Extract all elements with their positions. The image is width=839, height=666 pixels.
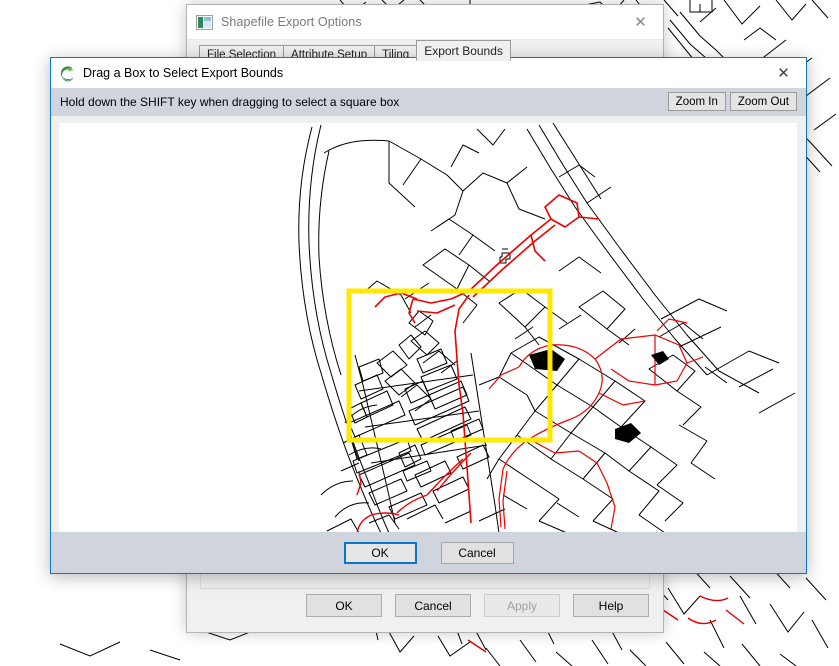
- drag-box-export-bounds-dialog[interactable]: Drag a Box to Select Export Bounds ✕ Hol…: [50, 57, 807, 574]
- map-preview-canvas[interactable]: [59, 123, 797, 534]
- zoom-in-button[interactable]: Zoom In: [668, 92, 726, 111]
- tab-export-bounds[interactable]: Export Bounds: [416, 40, 511, 61]
- shapefile-dialog-titlebar[interactable]: Shapefile Export Options ✕: [187, 5, 663, 40]
- shapefile-dialog-title: Shapefile Export Options: [221, 15, 362, 29]
- hint-text: Hold down the SHIFT key when dragging to…: [60, 95, 399, 109]
- globe-icon: [59, 65, 76, 82]
- zoom-out-button[interactable]: Zoom Out: [730, 92, 797, 111]
- cancel-button[interactable]: Cancel: [395, 594, 471, 617]
- zoom-controls: Zoom In Zoom Out: [668, 92, 797, 111]
- drag-dialog-title: Drag a Box to Select Export Bounds: [83, 66, 283, 80]
- drag-dialog-titlebar[interactable]: Drag a Box to Select Export Bounds ✕: [51, 58, 806, 88]
- cancel-button[interactable]: Cancel: [441, 542, 514, 564]
- close-icon[interactable]: ✕: [761, 58, 806, 87]
- close-icon[interactable]: ✕: [618, 5, 663, 38]
- ok-button[interactable]: OK: [306, 594, 382, 617]
- apply-button: Apply: [484, 594, 560, 617]
- shapefile-window-icon: [196, 15, 213, 30]
- shapefile-dialog-buttons: OK Cancel Apply Help: [306, 594, 649, 617]
- drag-dialog-hint-bar: Hold down the SHIFT key when dragging to…: [51, 88, 806, 116]
- ok-button[interactable]: OK: [344, 542, 417, 564]
- help-button[interactable]: Help: [573, 594, 649, 617]
- drag-dialog-footer: OK Cancel: [51, 532, 806, 573]
